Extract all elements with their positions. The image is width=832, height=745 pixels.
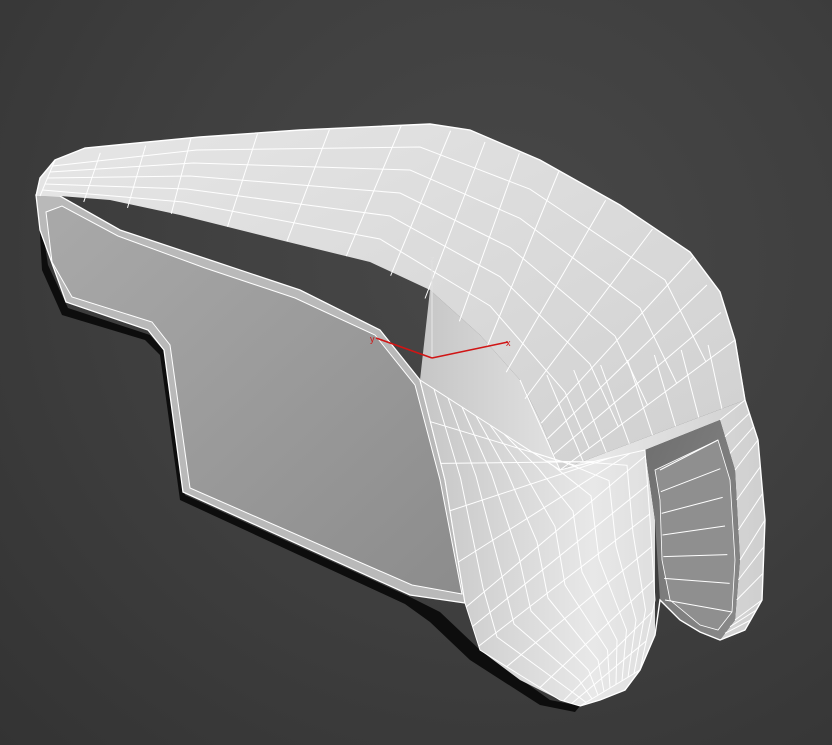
gizmo-x-label: x (506, 338, 511, 348)
gizmo-z-label: z (430, 254, 435, 264)
viewport[interactable]: z x y (0, 0, 832, 745)
mesh-canvas[interactable]: z x y (0, 0, 832, 745)
gizmo-y-label: y (370, 334, 375, 344)
